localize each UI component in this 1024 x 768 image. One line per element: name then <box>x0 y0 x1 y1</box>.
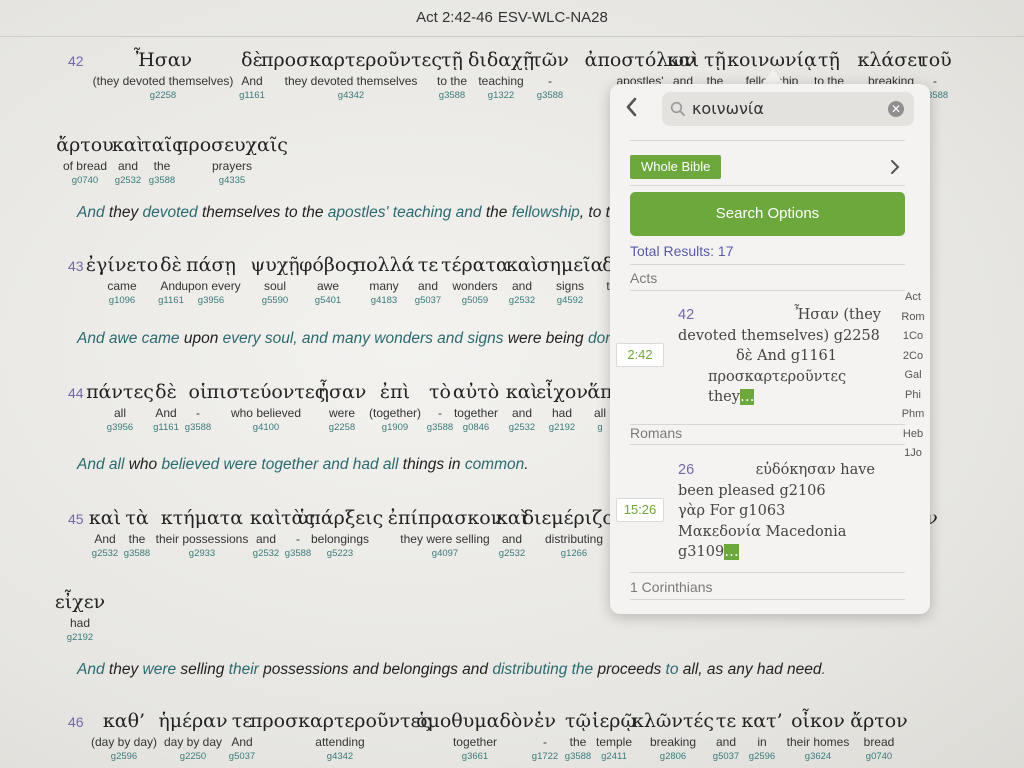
interlinear-word[interactable]: ἄρτον bread g0740 <box>789 709 969 763</box>
greek-word: ἄρτον <box>850 710 908 732</box>
scope-button[interactable]: Whole Bible <box>630 155 722 179</box>
search-result[interactable]: 26 εὐδόκησαν have been pleased g2106 γὰρ… <box>678 460 883 563</box>
divider <box>630 290 905 291</box>
translation-segment: fellowship <box>511 204 580 221</box>
result-ref-badge[interactable]: 15:26 <box>616 498 664 522</box>
translation-segment: every soul, and many wonders and signs <box>222 330 504 347</box>
result-line: been pleased g2106 <box>678 482 826 499</box>
translation-segment: proceeds <box>597 661 662 678</box>
english-gloss: had <box>69 616 91 630</box>
translation-segment: . <box>524 456 529 473</box>
verse-translation[interactable]: And all who believed were together and h… <box>77 456 529 474</box>
book-index-item[interactable]: Heb <box>900 425 926 445</box>
back-button[interactable] <box>624 96 640 118</box>
top-bar: Act 2:42-46 ESV-WLC-NA28 <box>0 0 1024 37</box>
greek-word: προσευχαῖς <box>176 134 288 156</box>
divider <box>630 264 905 265</box>
translation-segment: were being <box>503 330 588 347</box>
search-result[interactable]: 42 Ἦσαν (they devoted themselves) g2258 … <box>678 305 883 408</box>
book-index-item[interactable]: Gal <box>900 366 926 386</box>
greek-word: εἶχεν <box>54 591 106 613</box>
verse-translation[interactable]: And they were selling their possessions … <box>77 661 826 679</box>
english-gloss: prayers <box>211 159 252 173</box>
section-header-acts: Acts <box>630 270 658 286</box>
result-verse-number: 42 <box>678 307 695 323</box>
translation-segment: , to t <box>579 204 610 221</box>
search-query[interactable]: κοινωνία <box>692 99 764 118</box>
section-header-1corinthians: 1 Corinthians <box>630 579 713 595</box>
result-line: δὲ And g1161 <box>736 348 838 364</box>
result-line: προσκαρτεροῦντες they <box>708 368 847 406</box>
translation-segment: And all <box>77 456 125 473</box>
verse-translation[interactable]: And they devoted themselves to the apost… <box>77 204 610 222</box>
translation-segment: their <box>224 661 264 678</box>
search-icon <box>670 101 686 122</box>
chevron-left-icon <box>626 97 637 117</box>
result-line: Ἦσαν (they <box>794 307 881 323</box>
version-label[interactable]: ESV-WLC-NA28 <box>498 9 608 26</box>
book-index[interactable]: Act Rom 1Co 2Co Gal Phi Phm Heb 1Jo <box>900 288 926 464</box>
total-results: Total Results: 17 <box>630 243 734 259</box>
translation-segment: . <box>821 661 826 678</box>
translation-segment: themselves to the <box>197 204 328 221</box>
translation-segment: the <box>481 204 512 221</box>
search-field[interactable]: κοινωνία ✕ <box>662 92 914 126</box>
divider <box>630 140 905 141</box>
translation-segment: believed were together and had all <box>161 456 399 473</box>
book-index-item[interactable]: 1Co <box>900 327 926 347</box>
translation-segment: to <box>661 661 683 678</box>
clear-search-icon[interactable]: ✕ <box>888 101 904 117</box>
translation-segment: common <box>464 456 525 473</box>
strongs-number[interactable]: g0740 <box>789 751 969 763</box>
english-gloss: bread <box>863 735 895 749</box>
divider <box>630 599 905 600</box>
translation-segment: were <box>142 661 181 678</box>
match-highlight: … <box>739 389 755 405</box>
search-options-button[interactable]: Search Options <box>630 192 905 236</box>
popover-arrow <box>761 70 785 85</box>
translation-segment: who <box>124 456 162 473</box>
translation-segment: And <box>77 204 109 221</box>
strongs-number[interactable]: g4335 <box>142 175 322 187</box>
passage-reference[interactable]: Act 2:42-46 <box>416 9 493 26</box>
book-index-item[interactable]: 2Co <box>900 347 926 367</box>
translation-segment: selling <box>180 661 225 678</box>
result-ref-badge[interactable]: 2:42 <box>616 343 664 367</box>
match-highlight: … <box>724 544 739 560</box>
translation-segment: possessions and belongings and <box>263 661 489 678</box>
result-verse-number: 26 <box>678 462 695 478</box>
strongs-number[interactable]: g2192 <box>0 632 170 644</box>
search-popover: κοινωνία ✕ Whole Bible Search Options To… <box>610 84 930 614</box>
divider <box>630 185 905 186</box>
translation-segment: upon <box>179 330 223 347</box>
book-index-item[interactable]: Phi <box>900 386 926 406</box>
translation-segment: they <box>108 661 143 678</box>
interlinear-word[interactable]: εἶχεν had g2192 <box>0 590 170 644</box>
translation-segment: And awe came <box>77 330 180 347</box>
interlinear-word[interactable]: προσευχαῖς prayers g4335 <box>142 133 322 187</box>
translation-segment: they <box>108 204 143 221</box>
translation-segment: apostles' teaching and <box>327 204 482 221</box>
translation-segment: And <box>77 661 109 678</box>
result-line: devoted themselves) g2258 <box>678 327 880 344</box>
greek-word: τοῦ <box>918 49 952 71</box>
verse-translation[interactable]: And awe came upon every soul, and many w… <box>77 330 614 348</box>
translation-segment: all, as any had need <box>682 661 822 678</box>
section-header-romans: Romans <box>630 425 683 441</box>
result-line: εὐδόκησαν have <box>755 462 875 478</box>
book-index-item[interactable]: Rom <box>900 308 926 328</box>
result-line: γὰρ For g1063 <box>678 503 786 519</box>
translation-segment: devoted <box>142 204 198 221</box>
translation-segment: distributing the <box>488 661 598 678</box>
divider <box>630 572 905 573</box>
translation-segment: things in <box>398 456 465 473</box>
book-index-item[interactable]: Phm <box>900 405 926 425</box>
result-line: Μακεδονία Macedonia g3109 <box>678 523 847 561</box>
chevron-right-icon[interactable] <box>890 159 900 180</box>
book-index-item[interactable]: 1Jo <box>900 444 926 464</box>
book-index-item[interactable]: Act <box>900 288 926 308</box>
divider <box>630 444 905 445</box>
